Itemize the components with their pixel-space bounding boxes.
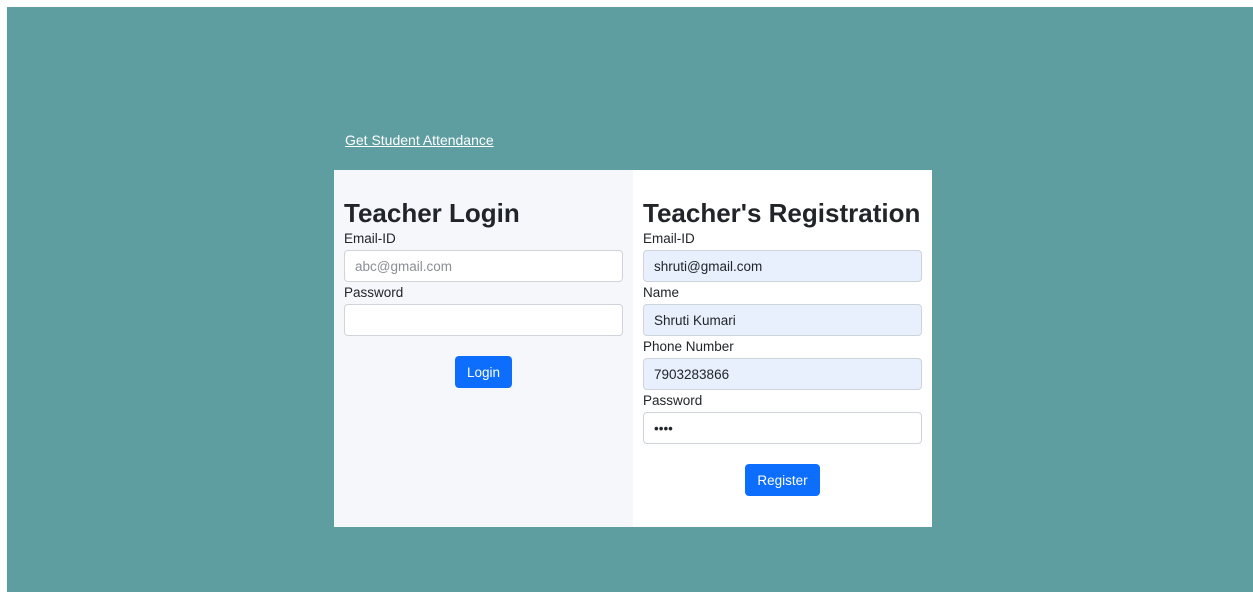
login-button[interactable]: Login [454, 356, 513, 388]
registration-password-input[interactable] [643, 412, 922, 444]
auth-card: Teacher Login Email-ID Password Login Te… [334, 170, 932, 527]
registration-name-label: Name [643, 285, 680, 300]
page-background: Get Student Attendance Teacher Login Ema… [7, 7, 1253, 592]
teacher-login-panel: Teacher Login Email-ID Password Login [334, 170, 633, 527]
registration-email-label: Email-ID [643, 231, 695, 246]
login-password-input[interactable] [344, 304, 623, 336]
registration-name-input[interactable] [643, 304, 922, 336]
teacher-registration-panel: Teacher's Registration Email-ID Name Pho… [633, 170, 932, 527]
login-email-input[interactable] [344, 250, 623, 282]
registration-phone-label: Phone Number [643, 339, 734, 354]
registration-password-label: Password [643, 393, 703, 408]
login-email-label: Email-ID [344, 231, 396, 246]
registration-email-input[interactable] [643, 250, 922, 282]
get-student-attendance-link[interactable]: Get Student Attendance [345, 132, 494, 148]
registration-phone-input[interactable] [643, 358, 922, 390]
registration-title: Teacher's Registration [643, 198, 921, 228]
login-title: Teacher Login [344, 198, 520, 228]
register-button-wrap: Register [643, 464, 922, 496]
register-button[interactable]: Register [745, 464, 820, 496]
login-button-wrap: Login [344, 356, 623, 388]
login-password-label: Password [344, 285, 404, 300]
